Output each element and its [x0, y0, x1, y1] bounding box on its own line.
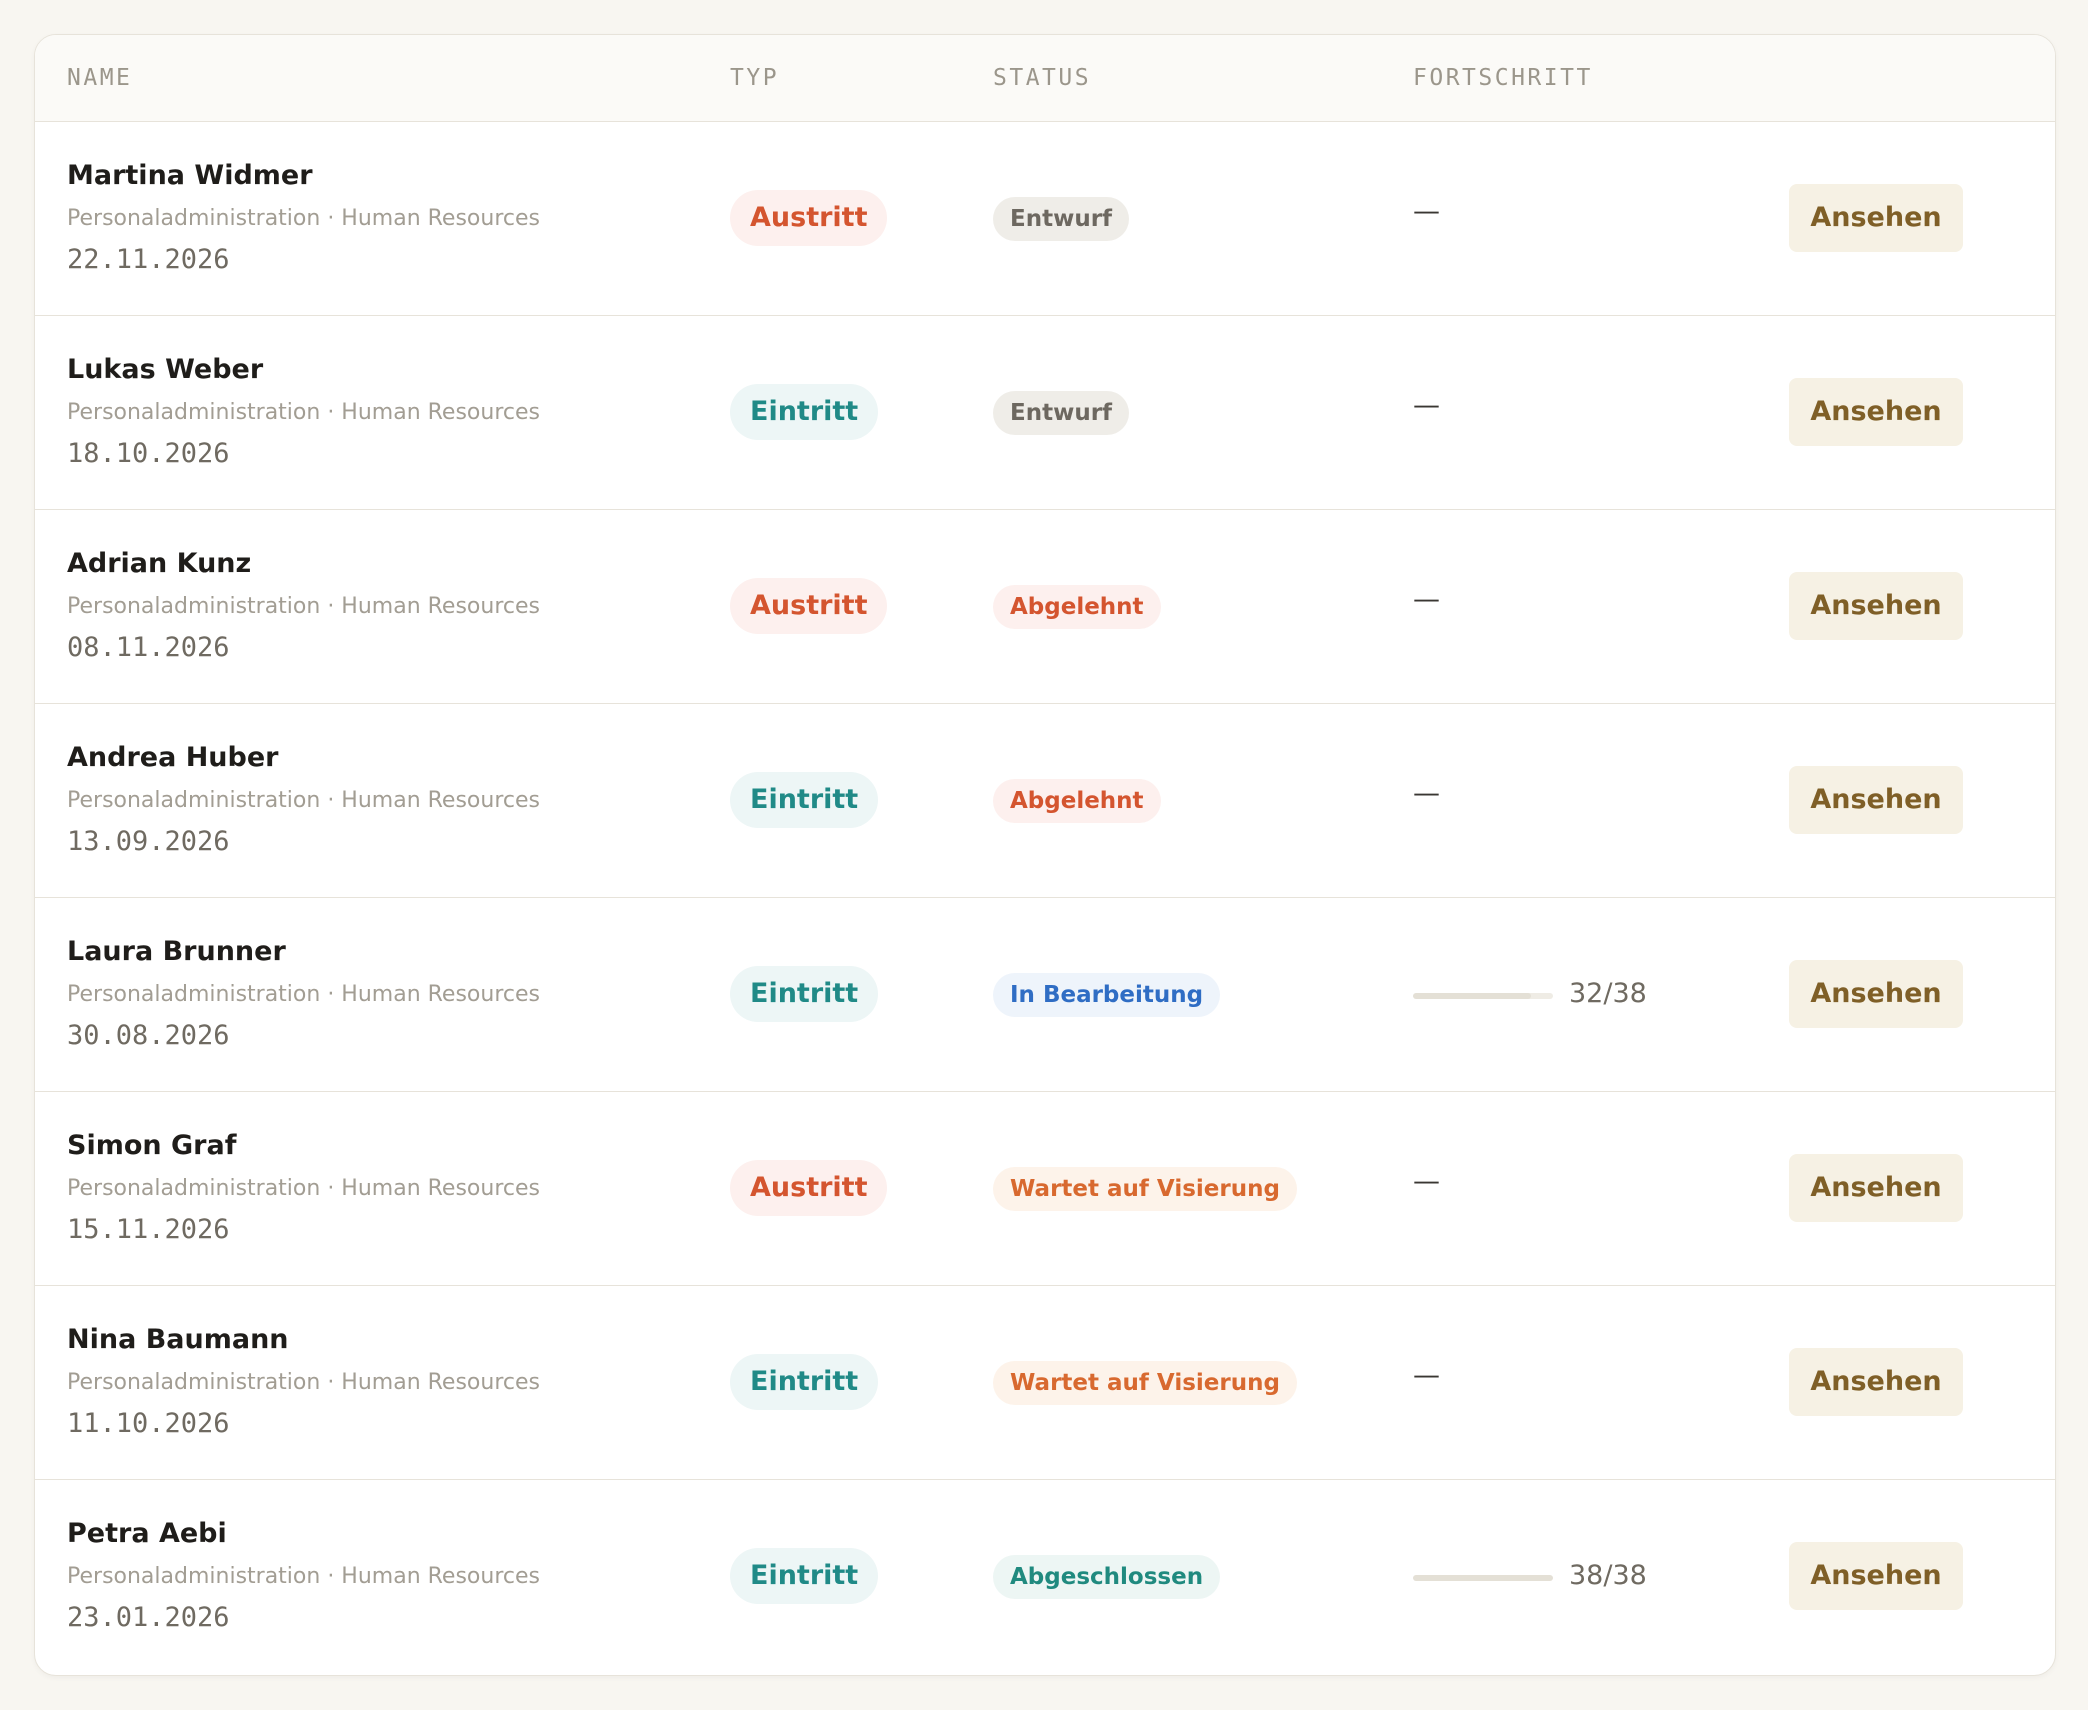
status-badge: Wartet auf Visierung: [993, 1167, 1297, 1211]
department-label: Personaladministration · Human Resources: [67, 1370, 540, 1395]
progress-bar: [1413, 1575, 1553, 1581]
status-badge: Entwurf: [993, 391, 1130, 435]
progress-empty: —: [1413, 390, 1440, 421]
table-row: Nina Baumann Personaladministration · Hum…: [35, 1286, 2055, 1480]
progress-empty: —: [1413, 584, 1440, 615]
employee-name: Nina Baumann: [67, 1324, 289, 1355]
progress-bar-fill: [1413, 1575, 1553, 1581]
progress-empty: —: [1413, 778, 1440, 809]
date-label: 13.09.2026: [67, 826, 230, 857]
employee-name: Simon Graf: [67, 1130, 237, 1161]
view-button[interactable]: Ansehen: [1789, 1348, 1963, 1416]
status-badge: Abgelehnt: [993, 585, 1161, 629]
status-badge: Abgeschlossen: [993, 1555, 1221, 1599]
progress-empty: —: [1413, 1360, 1440, 1391]
table-row: Adrian Kunz Personaladministration · Huma…: [35, 510, 2055, 704]
column-header-fortschritt[interactable]: FORTSCHRITT: [1413, 35, 1593, 121]
column-header-name[interactable]: NAME: [67, 35, 132, 121]
type-badge: Austritt: [730, 190, 888, 246]
employee-name: Andrea Huber: [67, 742, 279, 773]
department-label: Personaladministration · Human Resources: [67, 788, 540, 813]
type-badge: Eintritt: [730, 772, 879, 828]
department-label: Personaladministration · Human Resources: [67, 1176, 540, 1201]
view-button[interactable]: Ansehen: [1789, 766, 1963, 834]
table-row: Laura Brunner Personaladministration · Hu…: [35, 898, 2055, 1092]
employee-name: Adrian Kunz: [67, 548, 252, 579]
date-label: 30.08.2026: [67, 1020, 230, 1051]
table-row: Martina Widmer Personaladministration · H…: [35, 122, 2055, 316]
type-badge: Eintritt: [730, 966, 879, 1022]
table-row: Lukas Weber Personaladministration · Huma…: [35, 316, 2055, 510]
department-label: Personaladministration · Human Resources: [67, 982, 540, 1007]
progress-empty: —: [1413, 1166, 1440, 1197]
employee-name: Laura Brunner: [67, 936, 286, 967]
date-label: 11.10.2026: [67, 1408, 230, 1439]
department-label: Personaladministration · Human Resources: [67, 1564, 540, 1589]
status-badge: Entwurf: [993, 197, 1130, 241]
table-body: Martina Widmer Personaladministration · H…: [35, 122, 2055, 1673]
status-badge: Abgelehnt: [993, 779, 1161, 823]
view-button[interactable]: Ansehen: [1789, 572, 1963, 640]
view-button[interactable]: Ansehen: [1789, 1154, 1963, 1222]
date-label: 15.11.2026: [67, 1214, 230, 1245]
table-header: NAME TYP STATUS FORTSCHRITT: [35, 35, 2055, 122]
view-button[interactable]: Ansehen: [1789, 960, 1963, 1028]
date-label: 22.11.2026: [67, 244, 230, 275]
type-badge: Austritt: [730, 578, 888, 634]
progress-empty: —: [1413, 196, 1440, 227]
department-label: Personaladministration · Human Resources: [67, 594, 540, 619]
view-button[interactable]: Ansehen: [1789, 378, 1963, 446]
status-badge: Wartet auf Visierung: [993, 1361, 1297, 1405]
column-header-status[interactable]: STATUS: [993, 35, 1091, 121]
type-badge: Eintritt: [730, 1548, 879, 1604]
view-button[interactable]: Ansehen: [1789, 1542, 1963, 1610]
view-button[interactable]: Ansehen: [1789, 184, 1963, 252]
type-badge: Eintritt: [730, 1354, 879, 1410]
progress-bar-fill: [1413, 993, 1531, 999]
progress-count: 32/38: [1569, 978, 1647, 1009]
table-row: Simon Graf Personaladministration · Human…: [35, 1092, 2055, 1286]
date-label: 23.01.2026: [67, 1602, 230, 1633]
type-badge: Austritt: [730, 1160, 888, 1216]
progress-bar: [1413, 993, 1553, 999]
department-label: Personaladministration · Human Resources: [67, 206, 540, 231]
employee-name: Petra Aebi: [67, 1518, 227, 1549]
records-table: NAME TYP STATUS FORTSCHRITT Martina Widm…: [34, 34, 2056, 1676]
date-label: 08.11.2026: [67, 632, 230, 663]
table-row: Andrea Huber Personaladministration · Hum…: [35, 704, 2055, 898]
status-badge: In Bearbeitung: [993, 973, 1221, 1017]
employee-name: Lukas Weber: [67, 354, 264, 385]
date-label: 18.10.2026: [67, 438, 230, 469]
table-row: Petra Aebi Personaladministration · Human…: [35, 1480, 2055, 1673]
progress-count: 38/38: [1569, 1560, 1647, 1591]
column-header-typ[interactable]: TYP: [730, 35, 779, 121]
department-label: Personaladministration · Human Resources: [67, 400, 540, 425]
type-badge: Eintritt: [730, 384, 879, 440]
employee-name: Martina Widmer: [67, 160, 313, 191]
